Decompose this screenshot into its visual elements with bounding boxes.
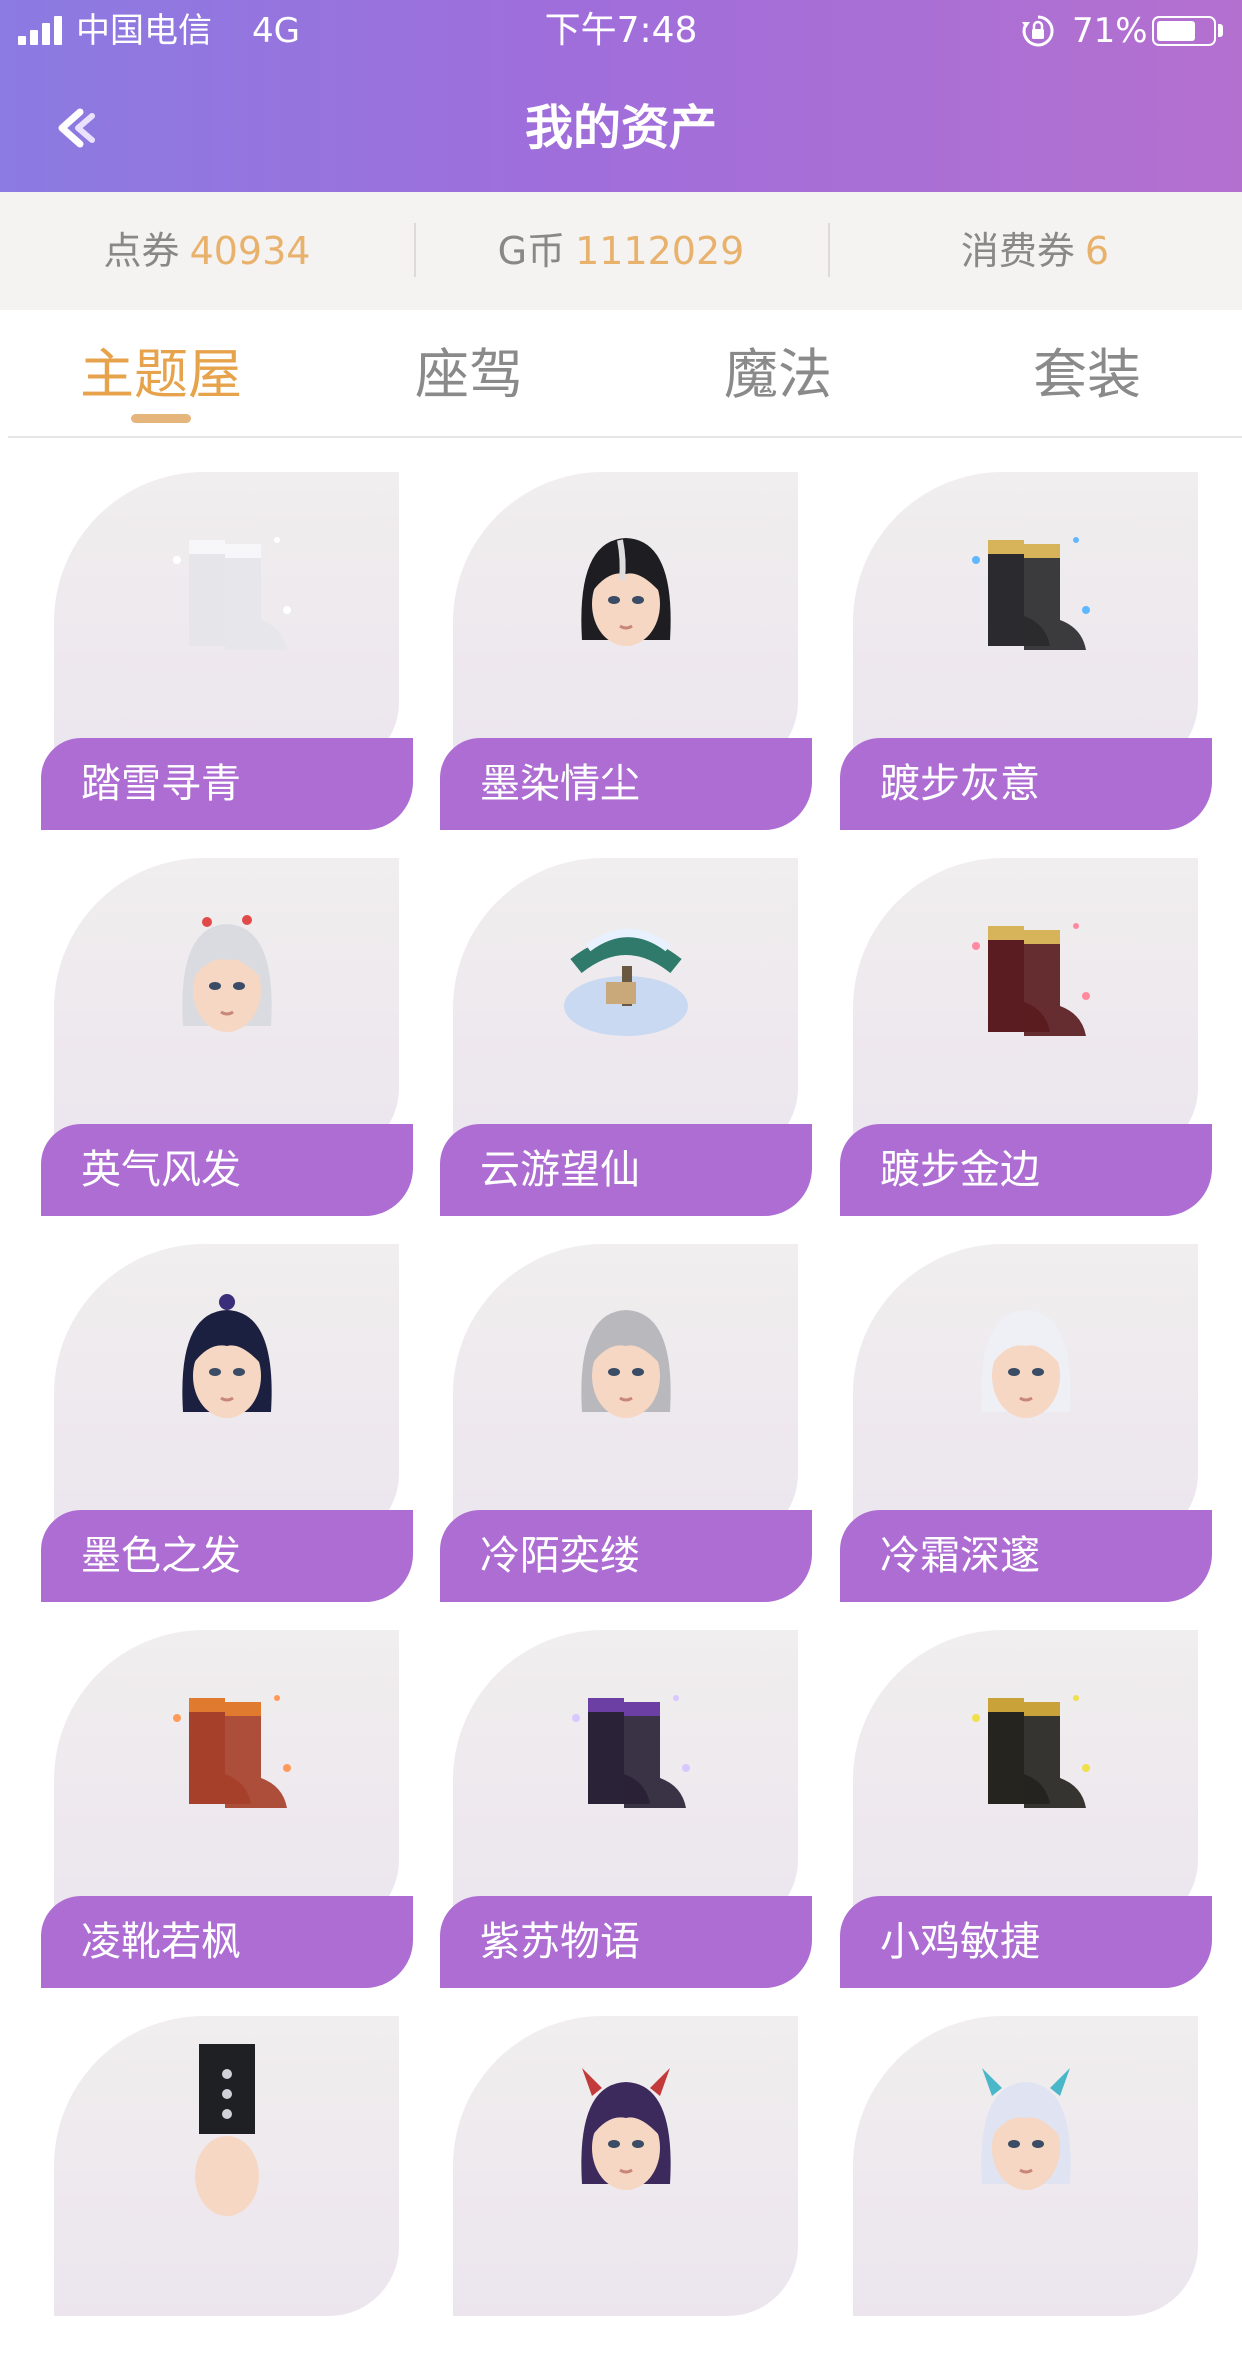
- battery-percent: 71%: [1072, 11, 1148, 51]
- card-label: 墨色之发: [41, 1510, 413, 1602]
- card-label: 紫苏物语: [440, 1896, 812, 1988]
- category-tabs: 主题屋 座驾 魔法 套装: [0, 310, 1242, 438]
- grey-hair-head-icon: [581, 1310, 671, 1418]
- battery-icon: [1152, 16, 1216, 46]
- purple-black-boots-icon: [572, 1695, 690, 1808]
- asset-card[interactable]: 冷霜深邃: [840, 1244, 1212, 1604]
- battery-level-fill: [1157, 21, 1196, 41]
- asset-card[interactable]: 踏雪寻青: [41, 472, 413, 832]
- balance-bar: 点券 40934 G币 1112029 消费券 6: [0, 192, 1242, 310]
- tab-theme-house[interactable]: 主题屋: [41, 340, 281, 410]
- balance-value: 1112029: [575, 229, 745, 273]
- tabs-divider: [8, 436, 1242, 438]
- red-flame-boots-icon: [173, 1695, 291, 1808]
- balance-vouchers: 消费券 6: [828, 223, 1242, 277]
- card-label: 踱步金边: [840, 1124, 1212, 1216]
- asset-card[interactable]: 冷陌奕缕: [440, 1244, 812, 1604]
- dark-blue-hair-head-icon: [182, 1294, 272, 1418]
- black-gold-sparkle-boots-icon: [972, 1695, 1090, 1808]
- balance-label: 点券: [103, 229, 180, 273]
- tall-hat-head-icon: [195, 2044, 259, 2216]
- card-label: 墨染情尘: [440, 738, 812, 830]
- red-horn-head-icon: [581, 2068, 671, 2190]
- balance-label: 消费券: [960, 229, 1075, 273]
- status-bar: 中国电信 4G 下午7:48 71%: [0, 0, 1242, 62]
- card-label: 云游望仙: [440, 1124, 812, 1216]
- balance-value: 40934: [189, 229, 311, 273]
- asset-card[interactable]: 踱步金边: [840, 858, 1212, 1218]
- tab-vehicles[interactable]: 座驾: [349, 340, 589, 410]
- asset-card[interactable]: 凌靴若枫: [41, 1630, 413, 1990]
- white-boots-icon: [173, 537, 291, 650]
- card-label: 踱步灰意: [840, 738, 1212, 830]
- balance-gcoins: G币 1112029: [414, 223, 828, 277]
- asset-card[interactable]: [840, 2016, 1212, 2376]
- asset-card[interactable]: [440, 2016, 812, 2376]
- asset-card[interactable]: 云游望仙: [440, 858, 812, 1218]
- battery-cap: [1218, 24, 1223, 37]
- balance-label: G币: [497, 229, 566, 273]
- tab-magic[interactable]: 魔法: [658, 340, 898, 410]
- card-label: 踏雪寻青: [41, 738, 413, 830]
- active-tab-indicator: [131, 414, 191, 423]
- snowy-pine-scene-icon: [564, 929, 688, 1036]
- black-hair-head-icon: [581, 538, 671, 646]
- asset-card[interactable]: 英气风发: [41, 858, 413, 1218]
- blue-horn-head-icon: [981, 2068, 1071, 2190]
- white-hair-head-icon: [981, 1310, 1071, 1418]
- balance-coupons: 点券 40934: [0, 227, 414, 275]
- app-header: 中国电信 4G 下午7:48 71% 我的资产: [0, 0, 1242, 192]
- card-label: 冷霜深邃: [840, 1510, 1212, 1602]
- tab-outfits[interactable]: 套装: [967, 340, 1207, 410]
- asset-card[interactable]: 紫苏物语: [440, 1630, 812, 1990]
- asset-card[interactable]: 小鸡敏捷: [840, 1630, 1212, 1990]
- black-gold-boots-icon: [972, 537, 1090, 650]
- asset-card[interactable]: 墨染情尘: [440, 472, 812, 832]
- card-label: 小鸡敏捷: [840, 1896, 1212, 1988]
- card-label: 冷陌奕缕: [440, 1510, 812, 1602]
- balance-value: 6: [1084, 229, 1110, 273]
- card-label: 英气风发: [41, 1124, 413, 1216]
- silver-hair-head-icon: [182, 915, 272, 1032]
- asset-card[interactable]: 墨色之发: [41, 1244, 413, 1604]
- dark-red-boots-icon: [972, 923, 1090, 1036]
- page-title: 我的资产: [524, 100, 717, 156]
- orientation-lock-icon: [1022, 15, 1054, 47]
- card-label: 凌靴若枫: [41, 1896, 413, 1988]
- asset-card[interactable]: 踱步灰意: [840, 472, 1212, 832]
- asset-card[interactable]: [41, 2016, 413, 2376]
